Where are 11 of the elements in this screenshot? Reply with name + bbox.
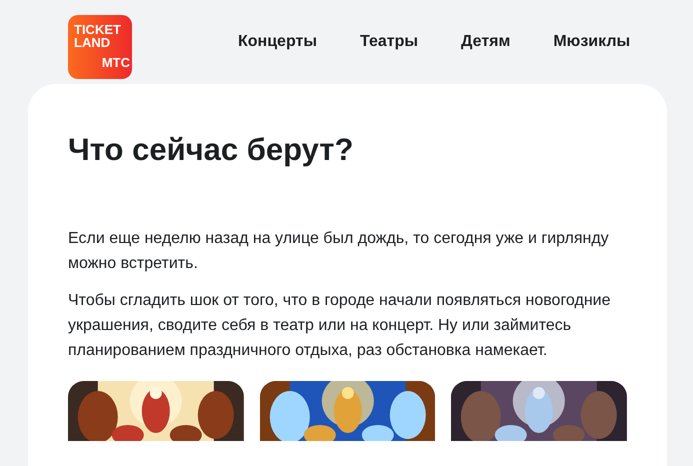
logo-text: LAND <box>74 36 110 49</box>
nav-link[interactable]: Театры <box>360 33 418 51</box>
paragraph: Если еще неделю назад на улице был дождь, то сегодня уже и гирлянду можно встретить. <box>68 229 610 274</box>
nav-link[interactable]: Концерты <box>238 33 317 51</box>
nav-link[interactable]: Детям <box>461 33 510 51</box>
logo-text: TICKET <box>74 23 121 36</box>
paragraph: Чтобы сгладить шок от того, что в городе начали появляться новогодние украшения, сводите себя в театр или на концерт. Ну или займитесь планированием праздничного отдыха, раз обстановка намекает. <box>68 291 612 361</box>
article-title: Что сейчас берут? <box>68 132 354 168</box>
nav-link[interactable]: Мюзиклы <box>553 33 630 51</box>
logo-text: МТС <box>102 56 130 69</box>
logo[interactable]: TICKET LAND МТС <box>68 15 132 79</box>
